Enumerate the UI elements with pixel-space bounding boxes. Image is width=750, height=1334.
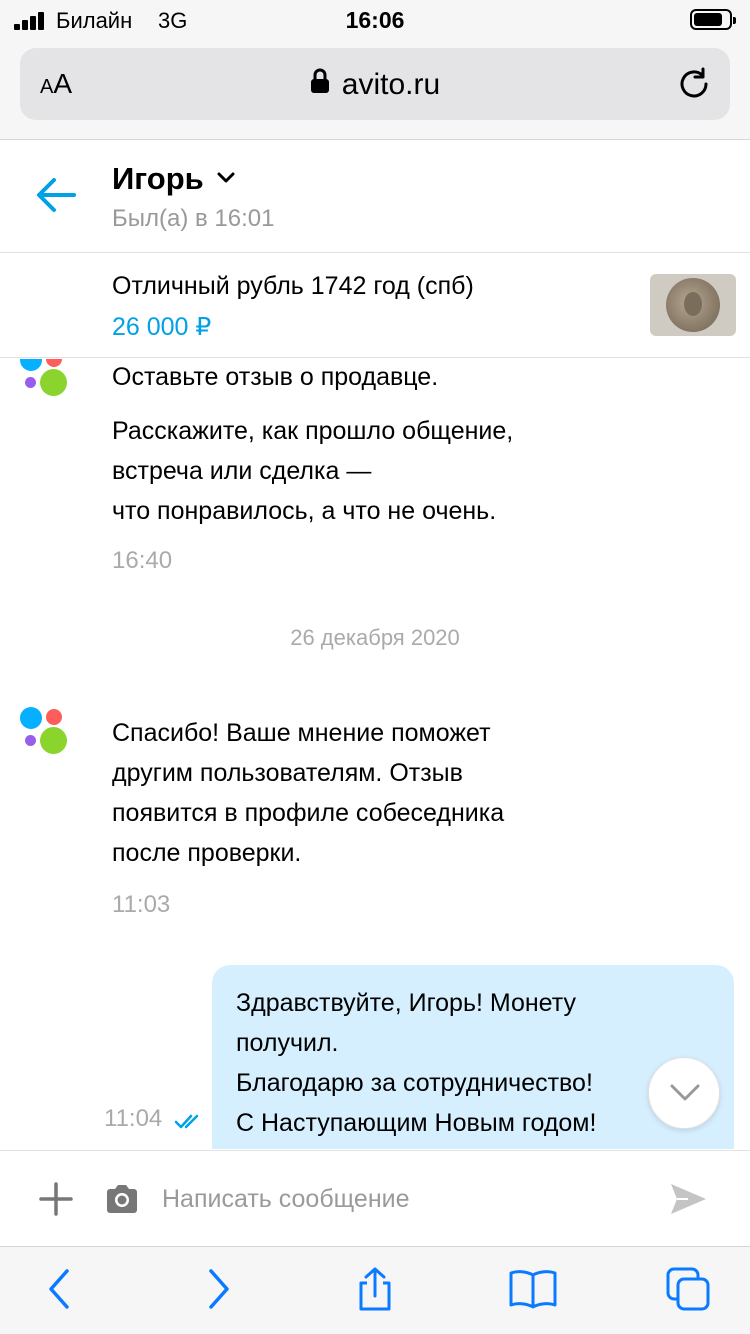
system-message-review-title: Оставьте отзыв о продавце. [112, 363, 439, 391]
safari-forward-icon[interactable] [196, 1267, 240, 1311]
bookmarks-icon[interactable] [508, 1267, 558, 1311]
contact-name[interactable]: Игорь [112, 161, 204, 197]
status-bar: Билайн 3G 16:06 [0, 0, 750, 40]
listing-item-bar[interactable]: Отличный рубль 1742 год (спб) 26 000 ₽ [0, 254, 750, 358]
scroll-down-button[interactable] [648, 1057, 720, 1129]
system-message-thanks-line: после проверки. [112, 839, 302, 867]
system-message-thanks-line: появится в профиле собеседника [112, 799, 505, 827]
scroll-down-icon [670, 1084, 700, 1101]
item-price: 26 000 ₽ [112, 313, 212, 341]
outgoing-message-text: Здравствуйте, Игорь! Монету получил. Бла… [236, 983, 596, 1143]
outgoing-message-bubble[interactable]: Здравствуйте, Игорь! Монету получил. Бла… [212, 965, 734, 1149]
message-time: 16:40 [112, 547, 173, 574]
url-text: avito.ru [341, 68, 441, 101]
page: Билайн 3G 16:06 AA avito.ru Игорь Был(а)… [0, 0, 750, 1334]
messages-list[interactable]: Оставьте отзыв о продавце. Расскажите, к… [0, 359, 750, 1149]
url-field[interactable]: avito.ru [20, 68, 730, 102]
share-icon[interactable] [353, 1267, 397, 1311]
outgoing-message-line: С Наступающим Новым годом! [236, 1109, 597, 1137]
item-title[interactable]: Отличный рубль 1742 год (спб) [112, 272, 474, 301]
reload-icon[interactable] [676, 66, 712, 102]
system-message-thanks-line: другим пользователям. Отзыв [112, 759, 463, 787]
double-check-icon [174, 1114, 199, 1129]
message-time: 11:03 [112, 891, 171, 918]
avito-logo [20, 359, 68, 397]
send-icon[interactable] [668, 1181, 708, 1217]
system-message-review-line: Расскажите, как прошло общение, [112, 417, 514, 445]
browser-address-area: AA avito.ru [0, 40, 750, 140]
outgoing-message-line: получил. [236, 1029, 339, 1057]
item-thumbnail[interactable] [650, 274, 736, 336]
back-arrow-icon[interactable] [36, 177, 76, 213]
address-bar[interactable]: AA avito.ru [20, 48, 730, 120]
chat-header: Игорь Был(а) в 16:01 [0, 141, 750, 253]
chevron-down-icon[interactable] [216, 171, 236, 185]
battery-icon [690, 9, 736, 30]
outgoing-message-line: Благодарю за сотрудничество! [236, 1069, 593, 1097]
browser-toolbar [0, 1246, 750, 1334]
message-input[interactable] [162, 1175, 632, 1223]
outgoing-message-line: Здравствуйте, Игорь! Монету [236, 989, 576, 1017]
last-seen-status: Был(а) в 16:01 [112, 205, 275, 232]
lock-icon [310, 68, 329, 93]
system-message-review-line: встреча или сделка — [112, 457, 372, 485]
message-composer [0, 1150, 750, 1246]
avito-logo [20, 707, 68, 755]
system-message-review-line: что понравилось, а что не очень. [112, 497, 497, 525]
safari-back-icon[interactable] [38, 1267, 82, 1311]
camera-icon[interactable] [104, 1183, 140, 1215]
system-message-thanks-line: Спасибо! Ваше мнение поможет [112, 719, 491, 747]
date-separator: 26 декабря 2020 [290, 625, 460, 650]
plus-icon[interactable] [38, 1181, 74, 1217]
outgoing-message-time: 11:04 [104, 1105, 163, 1132]
status-time: 16:06 [345, 7, 405, 33]
tabs-icon[interactable] [666, 1267, 710, 1311]
